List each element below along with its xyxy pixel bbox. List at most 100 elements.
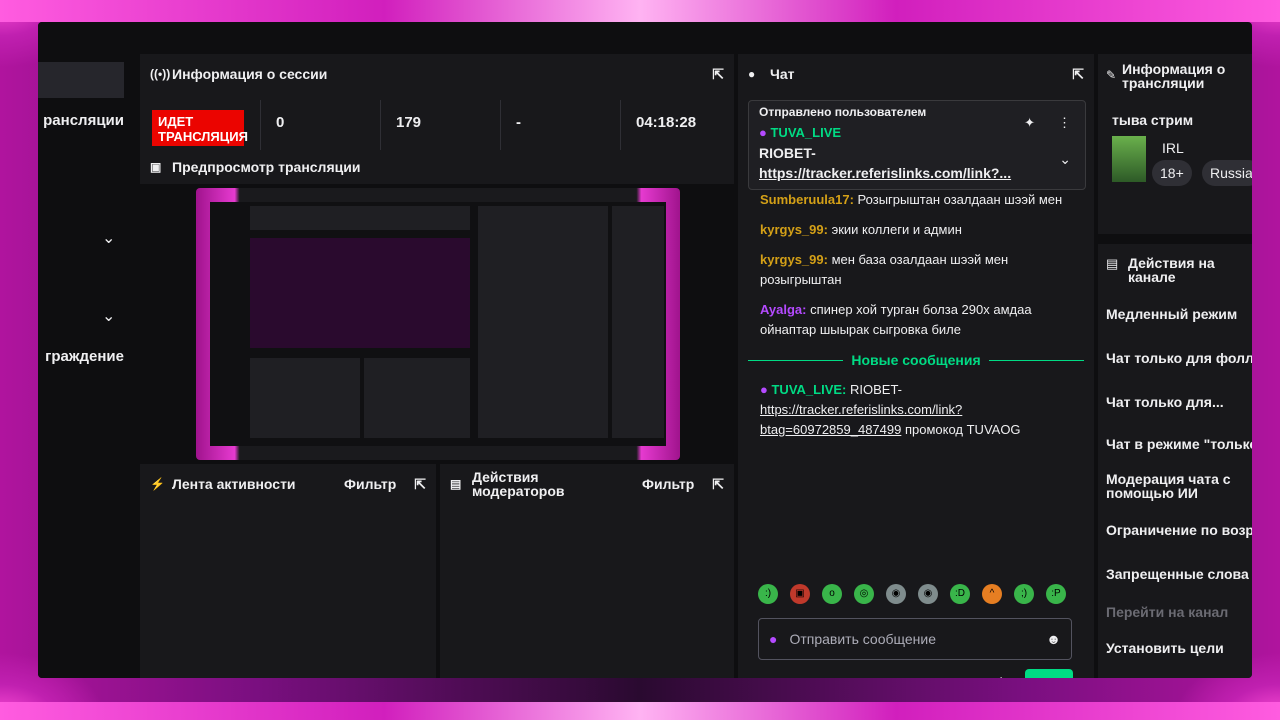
action-followers-only[interactable]: Чат только для фолловеров: [1106, 350, 1252, 366]
emote-icon[interactable]: :D: [950, 584, 970, 604]
popout-icon[interactable]: ⇱: [712, 476, 724, 493]
chat-input-placeholder: Отправить сообщение: [789, 631, 937, 647]
mic-badge-icon: ●: [760, 382, 768, 397]
preview-content: [210, 202, 666, 446]
nav-item-broadcasts[interactable]: рансляции: [43, 112, 124, 129]
stream-info-title: Информация о трансляции: [1122, 61, 1226, 91]
preview-header: ▣ Предпросмотр трансляции: [140, 150, 734, 184]
chat-header: ● Чат ⇱: [738, 54, 1094, 94]
chat-text: экии коллеги и админ: [831, 222, 962, 237]
session-title: Информация о сессии: [172, 66, 328, 82]
send-chat-button[interactable]: Чат: [1025, 669, 1073, 678]
emote-icon[interactable]: ▣: [790, 584, 810, 604]
emote-icon[interactable]: :P: [1046, 584, 1066, 604]
live-status-badge: ИДЕТ ТРАНСЛЯЦИЯ: [152, 110, 248, 146]
pen-icon: ✎: [1106, 68, 1117, 82]
chat-title: Чат: [770, 66, 795, 82]
emoji-icon[interactable]: ☻: [1046, 631, 1061, 647]
emote-icon[interactable]: ◉: [918, 584, 938, 604]
activity-header: ⚡ Лента активности Фильтр ⇱: [140, 464, 436, 504]
list-icon: ▤: [1106, 256, 1119, 271]
pinned-label: Отправлено пользователем: [759, 105, 927, 119]
emote-icon[interactable]: ◉: [886, 584, 906, 604]
popout-icon[interactable]: ⇱: [414, 476, 426, 493]
stat-value-3: -: [516, 114, 521, 131]
nav-selected-row[interactable]: [38, 62, 124, 98]
preview-mini-mod: [364, 358, 470, 438]
session-info-panel: ((•)) Информация о сессии ⇱ ИДЕТ ТРАНСЛЯ…: [140, 54, 734, 154]
tag-badge[interactable]: Russia: [1202, 160, 1252, 186]
chevron-down-icon[interactable]: ⌄: [102, 228, 115, 248]
preview-mini-video: [250, 238, 470, 348]
chat-username[interactable]: TUVA_LIVE:: [771, 382, 846, 397]
emote-icon[interactable]: ◎: [854, 584, 874, 604]
chat-message: ● TUVA_LIVE: RIOBET- https://tracker.ref…: [760, 380, 1090, 440]
emote-bar: :) ▣ o ◎ ◉ ◉ :D ^ ;) :P: [758, 584, 1066, 604]
mic-badge-icon: ●: [759, 125, 767, 140]
mic-icon[interactable]: ●: [769, 631, 777, 647]
dashboard-screen: рансляции ⌄ н ст ⌄ граждение ((•)) Инфор…: [38, 22, 1252, 678]
lightning-icon: ⚡: [150, 477, 165, 491]
radio-icon: ((•)): [150, 67, 171, 81]
action-emote-only[interactable]: Чат в режиме "только...: [1106, 436, 1252, 452]
mod-actions-panel: ▤ Действия модераторов Фильтр ⇱: [440, 464, 734, 678]
pinned-message[interactable]: Отправлено пользователем ✦ ⋮ ● TUVA_LIVE…: [748, 100, 1086, 190]
pinned-user: ● TUVA_LIVE: [759, 125, 841, 140]
channel-actions-title: Действия на канале: [1128, 255, 1215, 285]
tag-badge[interactable]: 18+: [1152, 160, 1192, 186]
category-name[interactable]: IRL: [1162, 140, 1184, 156]
new-messages-divider: Новые сообщения: [748, 352, 1084, 368]
overlay-top-border: [0, 0, 1280, 22]
popout-icon[interactable]: ⇱: [712, 66, 724, 83]
chat-bubble-icon: ●: [748, 67, 756, 81]
category-thumbnail[interactable]: [1112, 136, 1146, 182]
stat-value-4: 04:18:28: [636, 114, 697, 131]
preview-mini-chat: [478, 206, 608, 438]
chat-message: kyrgys_99: мен база озалдаан шээй мен ро…: [760, 250, 1090, 290]
session-header: ((•)) Информация о сессии ⇱: [140, 54, 734, 94]
chevron-down-icon[interactable]: ⌄: [102, 306, 115, 326]
overlay-bottom-border: [0, 702, 1280, 720]
chat-username[interactable]: kyrgys_99:: [760, 252, 828, 267]
action-banned-words[interactable]: Запрещенные слова: [1106, 566, 1249, 582]
document-icon: ▤: [450, 477, 462, 491]
chat-username[interactable]: kyrgys_99:: [760, 222, 828, 237]
stat-value-1: 0: [276, 114, 285, 131]
preview-mini-activity: [250, 358, 360, 438]
mod-filter-button[interactable]: Фильтр: [642, 476, 694, 492]
divider: [500, 100, 501, 150]
channel-actions-panel: ▤ Действия на канале Медленный режим Чат…: [1098, 244, 1252, 678]
nav-item-reward[interactable]: граждение: [45, 348, 124, 365]
chevron-down-icon[interactable]: ⌄: [1059, 151, 1071, 168]
activity-filter-button[interactable]: Фильтр: [344, 476, 396, 492]
chat-text: промокод TUVAOG: [904, 422, 1021, 437]
emote-icon[interactable]: ^: [982, 584, 1002, 604]
chat-message: kyrgys_99: экии коллеги и админ: [760, 220, 1090, 240]
action-ai-moderation[interactable]: Модерация чата с помощью ИИ: [1106, 472, 1236, 500]
emote-icon[interactable]: ;): [1014, 584, 1034, 604]
chat-text: RIOBET-: [850, 382, 903, 397]
gear-icon[interactable]: ⚙: [994, 674, 1008, 678]
action-slow-mode[interactable]: Медленный режим: [1106, 306, 1237, 322]
divider: [380, 100, 381, 150]
action-set-goals[interactable]: Установить цели: [1106, 640, 1224, 656]
pinned-link[interactable]: https://tracker.referislinks.com/link?..…: [759, 165, 1011, 181]
chat-username[interactable]: Sumberuula17:: [760, 192, 854, 207]
pin-icon[interactable]: ✦: [1024, 115, 1035, 131]
stream-info-panel: ✎ Информация о трансляции тыва стрим IRL…: [1098, 54, 1252, 234]
action-age-restriction[interactable]: Ограничение по возрасту: [1106, 522, 1252, 538]
action-subs-only[interactable]: Чат только для...: [1106, 394, 1224, 410]
emote-icon[interactable]: o: [822, 584, 842, 604]
emote-icon[interactable]: :): [758, 584, 778, 604]
more-options-icon[interactable]: ⋮: [1058, 115, 1071, 131]
stream-title: тыва стрим: [1112, 112, 1194, 128]
camera-icon: ▣: [150, 160, 162, 174]
chat-username[interactable]: Ayalga:: [760, 302, 806, 317]
chat-text: Розыгрыштан озалдаан шээй мен: [857, 192, 1063, 207]
mod-actions-title: Действия модераторов: [472, 469, 565, 499]
action-go-to-channel[interactable]: Перейти на канал: [1106, 604, 1228, 620]
pinned-username: TUVA_LIVE: [770, 125, 842, 140]
left-nav: рансляции ⌄ н ст ⌄ граждение: [38, 22, 134, 678]
popout-icon[interactable]: ⇱: [1072, 66, 1084, 83]
chat-input[interactable]: ● Отправить сообщение ☻: [758, 618, 1072, 660]
